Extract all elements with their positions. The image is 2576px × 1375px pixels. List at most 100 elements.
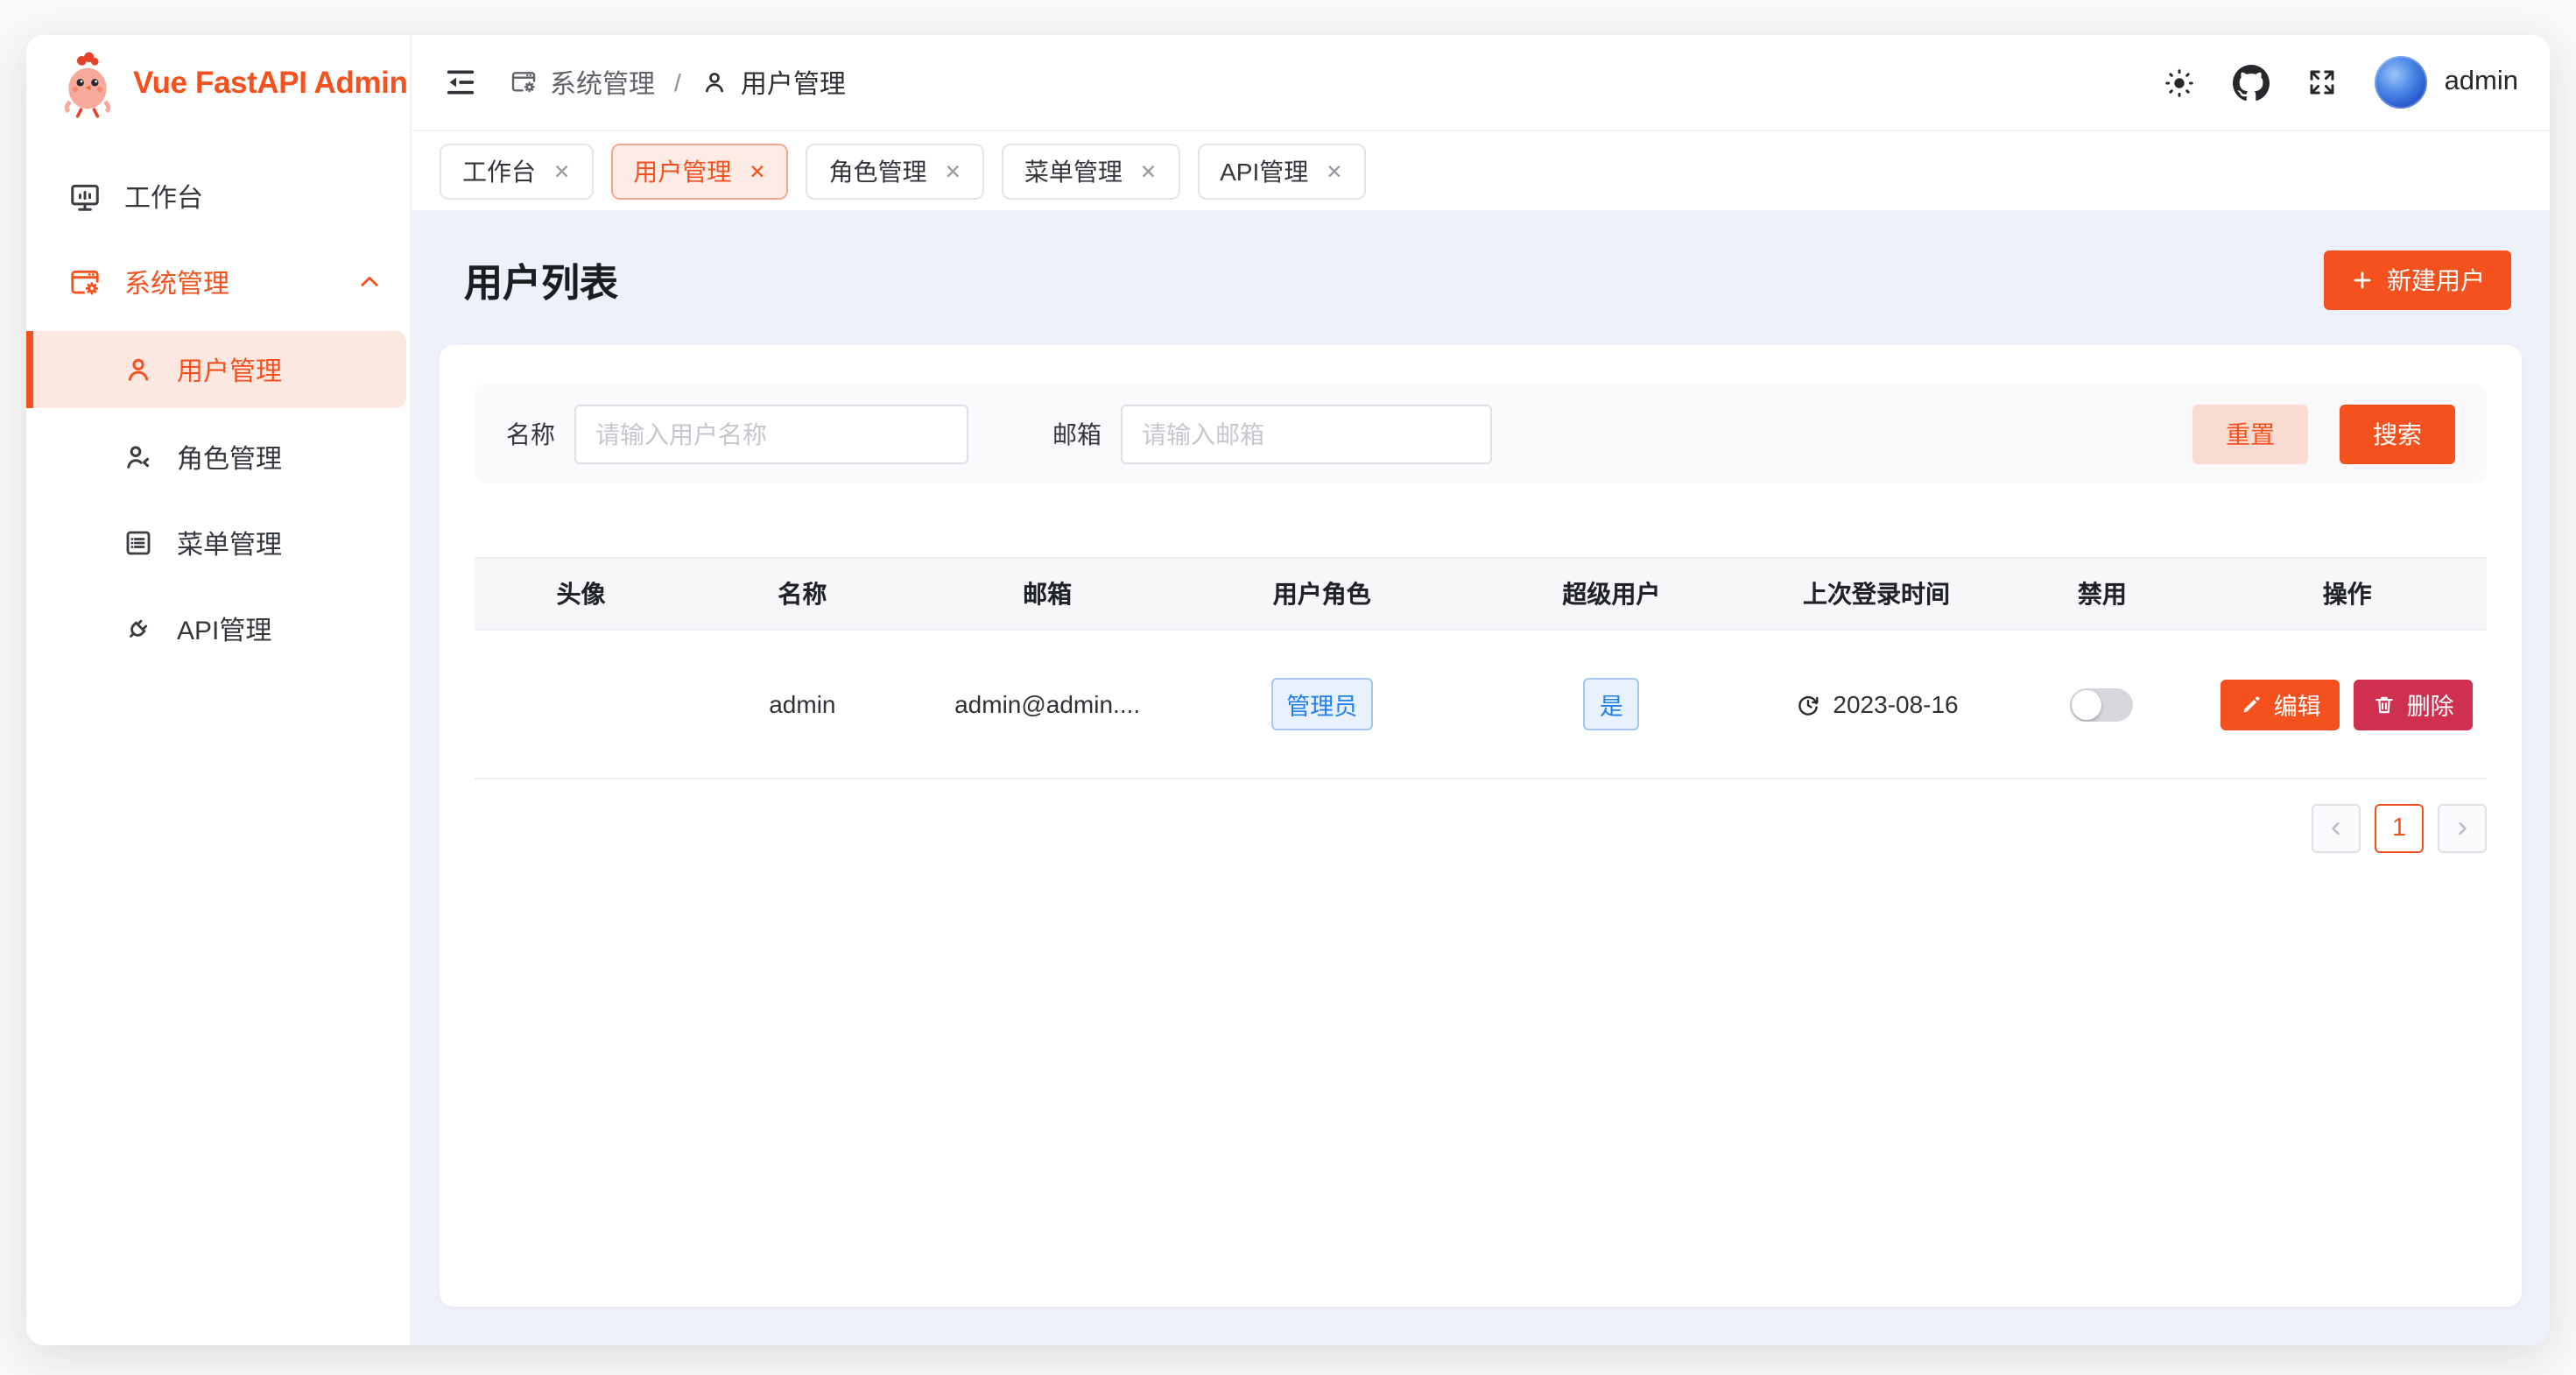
plus-icon [2350, 268, 2375, 293]
breadcrumb-item-system[interactable]: 系统管理 [510, 64, 655, 101]
user-icon [700, 68, 728, 96]
tab-label: 菜单管理 [1024, 153, 1123, 188]
delete-button[interactable]: 删除 [2354, 679, 2474, 730]
pencil-icon [2241, 693, 2263, 716]
pagination-page-1[interactable]: 1 [2375, 804, 2424, 853]
column-header-name: 名称 [687, 576, 918, 611]
close-icon[interactable]: ✕ [749, 159, 765, 183]
pagination-prev-button[interactable] [2312, 804, 2361, 853]
sidebar-item-api-management[interactable]: API管理 [26, 592, 410, 666]
sidebar-item-user-management[interactable]: 用户管理 [26, 331, 406, 408]
name-cell: admin [687, 690, 918, 718]
menu-list-icon [123, 527, 154, 559]
toggle-knob [2073, 689, 2102, 719]
avatar [2375, 56, 2427, 109]
role-cell: 管理员 [1178, 678, 1467, 730]
sidebar-group-system-management[interactable]: 系统管理 [26, 245, 410, 319]
breadcrumb-item-user[interactable]: 用户管理 [700, 64, 846, 101]
breadcrumb-separator: / [674, 68, 681, 96]
sun-icon[interactable] [2163, 66, 2196, 99]
menu-fold-icon[interactable] [436, 58, 485, 107]
column-header-email: 邮箱 [918, 576, 1178, 611]
chevron-up-icon [357, 270, 382, 294]
tab-menu-management[interactable]: 菜单管理 ✕ [1002, 143, 1179, 199]
user-menu[interactable]: admin [2375, 56, 2518, 109]
tab-workbench[interactable]: 工作台 ✕ [440, 143, 593, 199]
sidebar-item-label: 工作台 [124, 178, 203, 215]
page-title: 用户列表 [464, 252, 618, 308]
pagination: 1 [475, 804, 2487, 853]
page-head: 用户列表 新建用户 [440, 210, 2522, 345]
tab-label: 角色管理 [829, 153, 927, 188]
fullscreen-expand-icon[interactable] [2306, 67, 2338, 98]
content-area: 用户列表 新建用户 名称 邮 [412, 210, 2550, 1345]
search-button[interactable]: 搜索 [2340, 404, 2455, 463]
sidebar-menu: 工作台 系统管理 [26, 131, 410, 678]
sidebar: Vue FastAPI Admin 工作台 [26, 35, 412, 1345]
table-row: admin admin@admin.... 管理员 是 [475, 631, 2487, 779]
disabled-toggle[interactable] [2071, 688, 2134, 721]
close-icon[interactable]: ✕ [1140, 159, 1157, 183]
tab-user-management[interactable]: 用户管理 ✕ [610, 143, 788, 199]
tab-role-management[interactable]: 角色管理 ✕ [806, 143, 984, 199]
user-table: 头像 名称 邮箱 用户角色 超级用户 上次登录时间 禁用 操作 admin [475, 557, 2487, 779]
breadcrumb: 系统管理 / 用户管理 [510, 64, 846, 101]
chick-mascot-icon [58, 48, 117, 118]
app-window: Vue FastAPI Admin 工作台 [26, 35, 2550, 1345]
trash-icon [2374, 693, 2397, 716]
name-filter-label: 名称 [506, 416, 555, 451]
user-table-card: 名称 邮箱 重置 搜索 头像 名称 邮箱 用 [440, 345, 2522, 1307]
sidebar-item-label: 角色管理 [177, 439, 282, 476]
column-header-avatar: 头像 [475, 576, 687, 611]
column-header-superuser: 超级用户 [1467, 576, 1756, 611]
disabled-cell [1996, 688, 2207, 721]
system-window-gear-icon [68, 265, 102, 299]
github-icon[interactable] [2233, 64, 2270, 101]
main-area: 系统管理 / 用户管理 [412, 35, 2550, 1345]
close-icon[interactable]: ✕ [1326, 159, 1342, 183]
stage: Vue FastAPI Admin 工作台 [0, 0, 2576, 1375]
api-plug-icon [123, 613, 154, 645]
close-icon[interactable]: ✕ [945, 159, 961, 183]
actions-cell: 编辑 删除 [2207, 679, 2487, 730]
role-user-icon [123, 441, 154, 473]
superuser-cell: 是 [1467, 678, 1756, 730]
last-login-cell: 2023-08-16 [1756, 690, 1997, 718]
user-icon [123, 354, 154, 385]
close-icon[interactable]: ✕ [553, 159, 570, 183]
topbar-actions: admin [2163, 56, 2518, 109]
edit-button-label: 编辑 [2274, 687, 2321, 722]
chevron-right-icon [2452, 818, 2473, 839]
name-filter-input[interactable] [574, 404, 968, 463]
table-header-row: 头像 名称 邮箱 用户角色 超级用户 上次登录时间 禁用 操作 [475, 557, 2487, 631]
sidebar-item-label: 菜单管理 [177, 525, 282, 561]
app-title: Vue FastAPI Admin [133, 65, 407, 102]
email-cell: admin@admin.... [918, 690, 1178, 718]
sidebar-item-label: 用户管理 [177, 351, 282, 388]
new-user-button[interactable]: 新建用户 [2324, 250, 2511, 310]
sidebar-item-role-management[interactable]: 角色管理 [26, 420, 410, 494]
logo-row: Vue FastAPI Admin [26, 35, 410, 131]
tab-api-management[interactable]: API管理 ✕ [1197, 143, 1365, 199]
tab-label: API管理 [1220, 153, 1308, 188]
last-login-date: 2023-08-16 [1833, 690, 1958, 718]
chevron-left-icon [2326, 818, 2347, 839]
sidebar-item-workbench[interactable]: 工作台 [26, 159, 410, 233]
pagination-next-button[interactable] [2438, 804, 2487, 853]
system-window-gear-icon [510, 68, 538, 96]
filter-panel: 名称 邮箱 重置 搜索 [475, 384, 2487, 483]
breadcrumb-label: 用户管理 [741, 64, 846, 101]
topbar: 系统管理 / 用户管理 [412, 35, 2550, 131]
column-header-disabled: 禁用 [1996, 576, 2207, 611]
breadcrumb-label: 系统管理 [550, 64, 655, 101]
sidebar-group-label: 系统管理 [124, 264, 229, 300]
workbench-monitor-icon [68, 180, 102, 213]
clock-refresh-icon [1794, 691, 1820, 717]
sidebar-item-menu-management[interactable]: 菜单管理 [26, 506, 410, 580]
reset-button[interactable]: 重置 [2192, 404, 2308, 463]
column-header-last-login: 上次登录时间 [1756, 576, 1997, 611]
tab-label: 用户管理 [633, 153, 731, 188]
email-filter-input[interactable] [1121, 404, 1492, 463]
edit-button[interactable]: 编辑 [2221, 679, 2340, 730]
superuser-tag: 是 [1584, 678, 1639, 730]
